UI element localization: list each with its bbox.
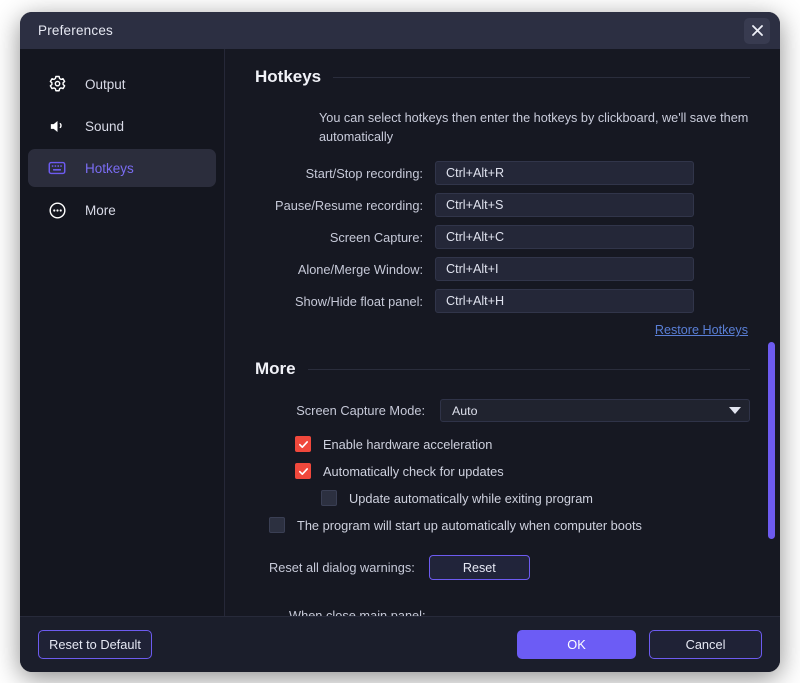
close-main-panel-label: When close main panel:: [289, 608, 426, 616]
keyboard-icon: [46, 157, 68, 179]
section-divider: [307, 368, 750, 370]
reset-to-default-button[interactable]: Reset to Default: [38, 630, 152, 659]
hotkey-label: Screen Capture:: [329, 229, 423, 245]
screen-capture-mode-row: Screen Capture Mode: Auto: [255, 399, 750, 423]
reset-dialog-warnings-row: Reset all dialog warnings: Reset: [269, 555, 750, 581]
hotkey-label: Start/Stop recording:: [305, 165, 423, 181]
ok-button[interactable]: OK: [517, 630, 636, 659]
checkbox-unchecked-icon: [269, 517, 285, 534]
cancel-button[interactable]: Cancel: [649, 630, 762, 659]
chevron-down-icon: [729, 407, 741, 415]
restore-hotkeys-link[interactable]: Restore Hotkeys: [655, 323, 748, 337]
sidebar-item-label: Hotkeys: [85, 160, 134, 176]
hotkey-input-start-stop[interactable]: Ctrl+Alt+R: [435, 161, 694, 186]
checkbox-label: Update automatically while exiting progr…: [349, 490, 593, 506]
checkbox-checked-icon: [295, 463, 311, 480]
hotkey-row-pause-resume: Pause/Resume recording: Ctrl+Alt+S: [255, 193, 750, 218]
reset-warnings-button[interactable]: Reset: [428, 555, 530, 581]
hotkey-input-pause-resume[interactable]: Ctrl+Alt+S: [435, 193, 694, 218]
checkbox-checked-icon: [295, 436, 311, 453]
sidebar: Output Sound Hotkeys More: [20, 49, 225, 616]
settings-content: Hotkeys You can select hotkeys then ente…: [225, 49, 780, 616]
content-scroll-area: Hotkeys You can select hotkeys then ente…: [225, 49, 780, 616]
reset-warnings-label: Reset all dialog warnings:: [269, 560, 415, 576]
screen-capture-mode-select[interactable]: Auto: [440, 399, 750, 423]
screen-capture-mode-value: Auto: [452, 403, 478, 418]
hotkey-label: Alone/Merge Window:: [297, 261, 423, 277]
hotkey-label: Pause/Resume recording:: [275, 197, 423, 213]
dialog-footer: Reset to Default OK Cancel: [20, 616, 780, 672]
speaker-icon: [46, 115, 68, 137]
preferences-window: Preferences Output Sound Hotkeys More Ho…: [20, 12, 780, 672]
checkbox-hardware-acceleration[interactable]: Enable hardware acceleration: [295, 436, 750, 453]
title-bar: Preferences: [20, 12, 780, 49]
more-heading: More: [255, 359, 296, 379]
sidebar-item-label: More: [85, 202, 116, 218]
hotkey-input-float-panel[interactable]: Ctrl+Alt+H: [435, 289, 694, 314]
sidebar-item-label: Sound: [85, 118, 125, 134]
hotkey-label: Show/Hide float panel:: [294, 293, 423, 309]
hotkeys-description: You can select hotkeys then enter the ho…: [319, 111, 749, 145]
hotkeys-heading: Hotkeys: [255, 67, 322, 86]
gear-icon: [46, 73, 68, 95]
restore-hotkeys-row: Restore Hotkeys: [255, 323, 750, 337]
checkbox-label: Enable hardware acceleration: [323, 436, 493, 452]
hotkey-row-float-panel: Show/Hide float panel: Ctrl+Alt+H: [255, 289, 750, 314]
more-section-header: More: [255, 359, 750, 379]
hotkey-input-screen-capture[interactable]: Ctrl+Alt+C: [435, 225, 694, 250]
close-icon: [751, 24, 764, 37]
hotkey-row-screen-capture: Screen Capture: Ctrl+Alt+C: [255, 225, 750, 250]
scrollbar-thumb[interactable]: [768, 342, 775, 539]
sidebar-item-hotkeys[interactable]: Hotkeys: [28, 149, 216, 187]
hotkey-row-alone-merge: Alone/Merge Window: Ctrl+Alt+I: [255, 257, 750, 282]
ellipsis-circle-icon: [46, 199, 68, 221]
sidebar-item-label: Output: [85, 76, 126, 92]
sidebar-item-sound[interactable]: Sound: [28, 107, 216, 145]
dialog-body: Output Sound Hotkeys More Hotkeys You ca…: [20, 49, 780, 616]
hotkey-input-alone-merge[interactable]: Ctrl+Alt+I: [435, 257, 694, 282]
sidebar-item-more[interactable]: More: [28, 191, 216, 229]
window-title: Preferences: [38, 23, 113, 38]
checkbox-start-on-boot[interactable]: The program will start up automatically …: [269, 517, 750, 534]
section-divider: [333, 76, 750, 78]
close-button[interactable]: [744, 17, 770, 44]
checkbox-label: The program will start up automatically …: [297, 517, 642, 533]
hotkeys-section-header: Hotkeys: [255, 67, 750, 87]
hotkey-row-start-stop: Start/Stop recording: Ctrl+Alt+R: [255, 161, 750, 186]
checkbox-unchecked-icon: [321, 490, 337, 507]
checkbox-auto-check-updates[interactable]: Automatically check for updates: [295, 463, 750, 480]
checkbox-update-on-exit[interactable]: Update automatically while exiting progr…: [321, 490, 750, 507]
screen-capture-mode-label: Screen Capture Mode:: [296, 403, 425, 419]
checkbox-label: Automatically check for updates: [323, 463, 504, 479]
sidebar-item-output[interactable]: Output: [28, 65, 216, 103]
